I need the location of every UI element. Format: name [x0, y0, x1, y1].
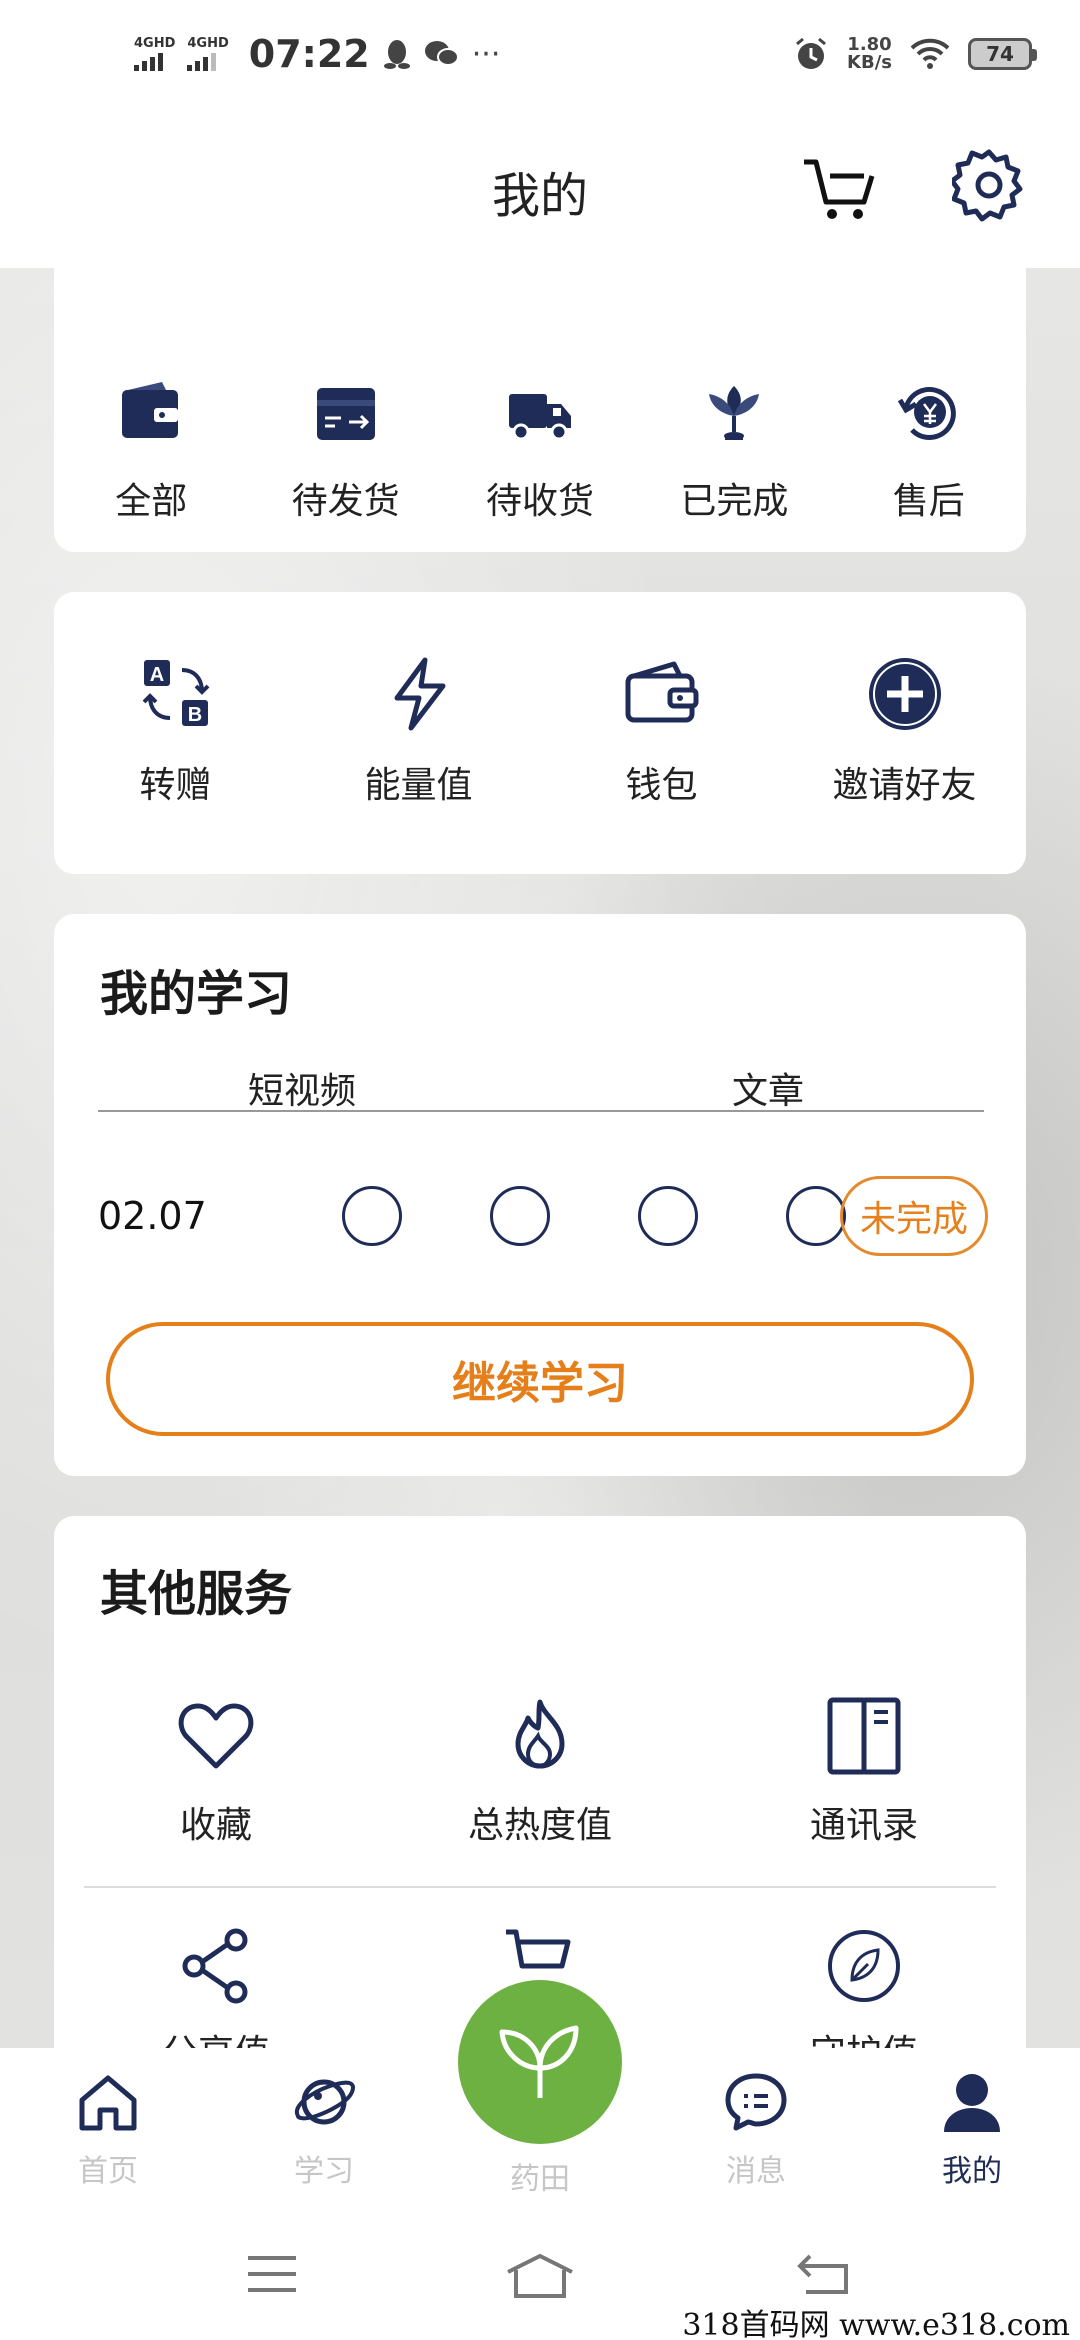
order-after-sales-label: 售后 — [892, 481, 965, 522]
action-wallet[interactable]: 钱包 — [540, 654, 783, 808]
signal-label: 4GHD — [134, 36, 176, 51]
clock: 07:22 — [248, 32, 370, 76]
signal-label: 4GHD — [187, 36, 229, 51]
study-title: 我的学习 — [100, 966, 293, 1022]
action-energy-label: 能量值 — [364, 765, 473, 806]
svg-text:A: A — [149, 664, 163, 686]
nav-mine-label: 我的 — [942, 2154, 1002, 2189]
order-after-sales[interactable]: 售后 — [832, 378, 1026, 524]
order-completed[interactable]: 已完成 — [637, 378, 831, 524]
gear-icon[interactable] — [952, 148, 1026, 222]
action-transfer[interactable]: AB 转赠 — [54, 654, 297, 808]
service-guard-value[interactable]: 守护值 — [702, 1926, 1026, 2052]
yuan-refund-icon — [897, 386, 956, 440]
order-to-ship[interactable]: 待发货 — [248, 378, 442, 524]
card-send-icon — [316, 388, 375, 440]
share-icon — [182, 1928, 248, 2004]
action-energy[interactable]: 能量值 — [297, 654, 540, 808]
order-to-receive[interactable]: 待收货 — [443, 378, 637, 524]
other-services-card: 其他服务 收藏 总热度值 通讯录 分享值 守护值 — [54, 1516, 1026, 2056]
nav-herb-field-fab[interactable] — [458, 1980, 622, 2144]
status-badge: 未完成 — [840, 1176, 988, 1256]
service-heat-value-label: 总热度值 — [467, 1805, 612, 1846]
col-short-video: 短视频 — [248, 1071, 357, 1112]
home-icon — [79, 2075, 137, 2131]
truck-icon — [508, 394, 571, 441]
signal-indicator-1: 4GHD — [134, 37, 175, 71]
wallet-outline-icon — [625, 661, 698, 723]
lotus-icon — [709, 386, 760, 440]
service-heat-value[interactable]: 总热度值 — [378, 1696, 702, 1848]
nav-study-label: 学习 — [294, 2154, 354, 2189]
nav-messages-label: 消息 — [726, 2154, 786, 2189]
chat-icon — [725, 2073, 787, 2131]
lightning-icon — [394, 657, 445, 731]
article-progress-circle-1 — [638, 1186, 698, 1246]
network-speed: 1.80 KB/s — [847, 36, 892, 72]
action-wallet-label: 钱包 — [625, 765, 698, 806]
qq-penguin-icon — [383, 40, 410, 69]
battery-indicator: 74 — [968, 38, 1037, 70]
order-to-receive-label: 待收货 — [485, 481, 594, 522]
nav-mine[interactable]: 我的 — [912, 2070, 1032, 2190]
order-completed-label: 已完成 — [680, 481, 789, 522]
wallet-icon — [122, 382, 179, 438]
col-article: 文章 — [732, 1071, 805, 1112]
menu-icon[interactable] — [244, 2252, 300, 2296]
shopping-cart-icon[interactable] — [800, 148, 880, 228]
service-contacts[interactable]: 通讯录 — [702, 1696, 1026, 1848]
action-invite-label: 邀请好友 — [832, 765, 977, 806]
nav-messages[interactable]: 消息 — [696, 2070, 816, 2190]
svg-text:B: B — [187, 704, 201, 726]
contacts-book-icon — [827, 1697, 901, 1775]
action-invite-friends[interactable]: 邀请好友 — [783, 654, 1026, 808]
home-button-icon[interactable] — [504, 2252, 576, 2300]
order-all[interactable]: 全部 — [54, 378, 248, 524]
sprout-icon — [499, 2025, 579, 2098]
leaf-circle-icon — [828, 1930, 900, 2002]
study-row: 02.07 未完成 — [98, 1176, 988, 1256]
wechat-icon — [424, 41, 459, 66]
back-icon[interactable] — [796, 2252, 852, 2296]
plus-circle-icon — [868, 658, 941, 730]
page-title: 我的 — [491, 168, 588, 224]
orders-card: 我的订单 全部 待发货 待收货 已完成 售后 — [54, 230, 1026, 552]
services-divider — [84, 1886, 996, 1888]
status-bar: 4GHD 4GHD 07:22 ··· 1.80 KB/s 74 — [0, 0, 1080, 118]
alarm-clock-icon — [796, 37, 826, 69]
continue-learning-button[interactable]: 继续学习 — [106, 1322, 974, 1436]
nav-home[interactable]: 首页 — [48, 2070, 168, 2190]
transfer-ab-icon: AB — [142, 660, 209, 726]
services-title: 其他服务 — [100, 1566, 293, 1622]
service-contacts-label: 通讯录 — [809, 1805, 918, 1846]
top-app-bar: 我的 — [0, 118, 1080, 268]
action-transfer-label: 转赠 — [139, 765, 212, 806]
wifi-icon — [910, 38, 950, 69]
my-study-card: 我的学习 短视频 文章 02.07 未完成 继续学习 — [54, 914, 1026, 1476]
planet-icon — [294, 2079, 355, 2125]
video-progress-circle-1 — [342, 1186, 402, 1246]
order-to-ship-label: 待发货 — [291, 481, 400, 522]
article-progress-circle-2 — [786, 1186, 846, 1246]
study-table-header: 短视频 文章 — [98, 1062, 984, 1112]
person-icon — [944, 2074, 1000, 2132]
service-favorites[interactable]: 收藏 — [54, 1696, 378, 1848]
speed-unit: KB/s — [847, 52, 892, 73]
flame-icon — [515, 1699, 565, 1769]
video-progress-circle-2 — [490, 1186, 550, 1246]
study-date: 02.07 — [98, 1194, 207, 1238]
watermark: 318首码网 www.e318.com — [682, 2308, 1070, 2340]
service-favorites-label: 收藏 — [179, 1805, 252, 1846]
signal-indicator-2: 4GHD — [187, 36, 229, 71]
service-share-value[interactable]: 分享值 — [54, 1926, 378, 2052]
nav-study[interactable]: 学习 — [264, 2070, 384, 2190]
nav-herb-field-label: 药田 — [510, 2162, 570, 2197]
more-notifications: ··· — [471, 36, 501, 72]
nav-home-label: 首页 — [78, 2154, 138, 2189]
order-all-label: 全部 — [115, 481, 188, 522]
quick-actions-card: AB 转赠 能量值 钱包 邀请好友 — [54, 592, 1026, 874]
heart-icon — [178, 1703, 254, 1769]
